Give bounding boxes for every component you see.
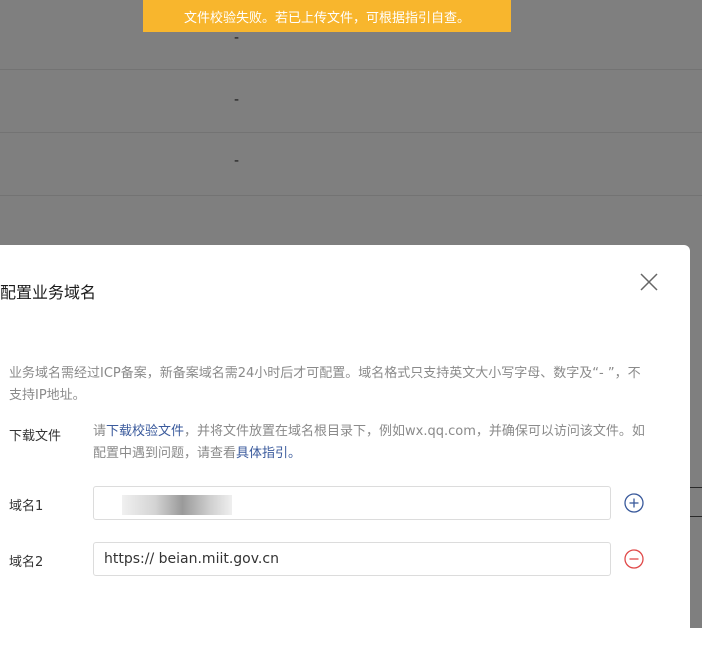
- download-file-label: 下载文件: [9, 429, 62, 444]
- configure-domain-dialog: 配置业务域名 业务域名需经过ICP备案，新备案域名需24小时后才可配置。域名格式…: [0, 245, 690, 645]
- error-toast: 文件校验失败。若已上传文件，可根据指引自查。: [143, 0, 511, 32]
- guide-link[interactable]: 具体指引: [236, 446, 288, 461]
- download-instructions: 请下载校验文件，并将文件放置在域名根目录下，例如wx.qq.com，并确保可以访…: [93, 421, 653, 465]
- download-verification-file-link[interactable]: 下载校验文件: [106, 424, 184, 439]
- redacted-text: [122, 495, 232, 515]
- domain1-input[interactable]: [93, 486, 611, 520]
- close-icon[interactable]: [638, 271, 660, 293]
- minus-circle-icon[interactable]: [624, 549, 644, 569]
- domain2-value: https:// beian.miit.gov.cn: [104, 551, 279, 567]
- domain2-input[interactable]: https:// beian.miit.gov.cn: [93, 542, 611, 576]
- domain2-label: 域名2: [9, 555, 44, 570]
- plus-circle-icon[interactable]: [624, 493, 644, 513]
- instruction-suffix: 。: [288, 446, 302, 461]
- instruction-prefix: 请: [93, 424, 107, 439]
- dialog-title: 配置业务域名: [0, 283, 97, 302]
- domain1-label: 域名1: [9, 499, 44, 514]
- notice-text: 业务域名需经过ICP备案，新备案域名需24小时后才可配置。域名格式只支持英文大小…: [9, 366, 641, 403]
